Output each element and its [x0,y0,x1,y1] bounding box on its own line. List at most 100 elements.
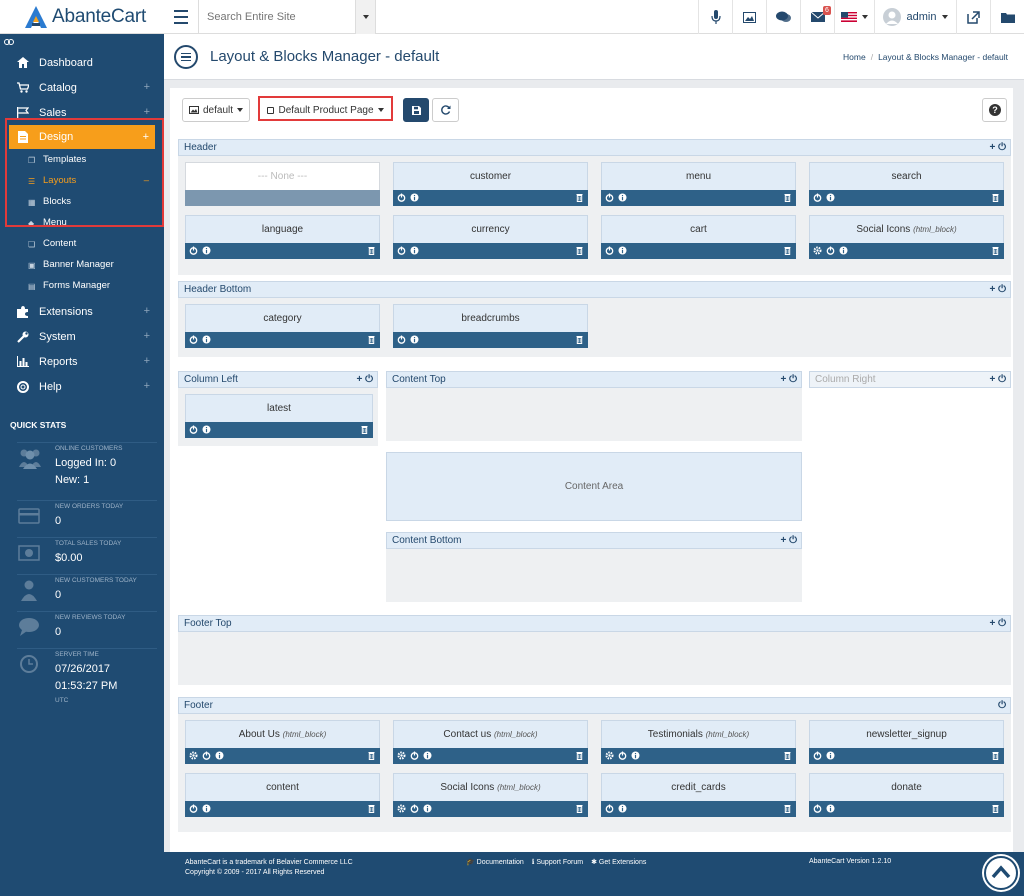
nav-catalog[interactable]: Catalog + [0,75,164,100]
layout-block[interactable]: latest [185,394,373,439]
power-icon[interactable] [189,425,198,434]
layout-block[interactable]: --- None --- [185,162,380,207]
layout-block[interactable]: customer [393,162,588,207]
trash-icon[interactable] [575,246,584,255]
section-controls[interactable]: + ⏻ [989,140,1006,155]
info-icon[interactable] [410,246,419,255]
power-icon[interactable] [397,246,406,255]
section-controls[interactable]: + ⏻ [989,372,1006,387]
info-icon[interactable] [618,804,627,813]
add-icon[interactable]: + [989,618,995,629]
layout-block[interactable]: currency [393,215,588,260]
menu-toggle-icon[interactable] [170,8,192,26]
reset-button[interactable] [432,98,459,122]
section-controls[interactable]: + ⏻ [780,533,797,548]
block-title[interactable]: category [185,304,380,332]
block-title[interactable]: customer [393,162,588,190]
settings-icon[interactable] [605,751,614,760]
power-icon[interactable] [813,804,822,813]
block-title[interactable]: Testimonials (html_block) [601,720,796,748]
section-controls[interactable]: + ⏻ [989,616,1006,631]
trash-icon[interactable] [575,804,584,813]
nav-reports[interactable]: Reports + [0,349,164,374]
block-title[interactable]: Social Icons (html_block) [809,215,1004,243]
section-controls[interactable]: + ⏻ [356,372,373,387]
support-forum-link[interactable]: ℹ Support Forum [532,858,583,866]
power-icon[interactable]: ⏻ [998,618,1006,629]
power-icon[interactable] [826,246,835,255]
search-input[interactable] [199,1,356,33]
block-title[interactable]: breadcrumbs [393,304,588,332]
add-icon[interactable]: + [356,374,362,385]
power-icon[interactable]: ⏻ [998,284,1006,295]
power-icon[interactable] [410,751,419,760]
info-icon[interactable] [202,246,211,255]
power-icon[interactable]: ⏻ [998,142,1006,153]
power-icon[interactable] [605,246,614,255]
settings-icon[interactable] [189,751,198,760]
block-title[interactable]: language [185,215,380,243]
layout-block[interactable]: newsletter_signup [809,720,1004,765]
power-icon[interactable] [397,193,406,202]
power-icon[interactable] [189,335,198,344]
trash-icon[interactable] [991,246,1000,255]
template-select[interactable]: default [182,98,250,122]
nav-extensions[interactable]: Extensions + [0,299,164,324]
nav-content[interactable]: ❏ Content [0,233,164,254]
power-icon[interactable] [189,246,198,255]
section-controls[interactable]: + ⏻ [780,372,797,387]
layout-block[interactable]: About Us (html_block) [185,720,380,765]
nav-help[interactable]: Help + [0,374,164,399]
power-icon[interactable] [605,193,614,202]
info-icon[interactable] [631,751,640,760]
info-icon[interactable] [826,804,835,813]
trash-icon[interactable] [783,804,792,813]
app-logo[interactable]: AbanteCart [0,0,164,34]
trash-icon[interactable] [367,751,376,760]
trash-icon[interactable] [783,751,792,760]
trash-icon[interactable] [783,246,792,255]
get-extensions-link[interactable]: ✱ Get Extensions [591,858,646,866]
microphone-button[interactable] [698,0,732,34]
trash-icon[interactable] [575,193,584,202]
info-icon[interactable] [202,804,211,813]
block-title[interactable]: Social Icons (html_block) [393,773,588,801]
chat-button[interactable] [766,0,800,34]
power-icon[interactable] [813,193,822,202]
trash-icon[interactable] [360,425,369,434]
help-button[interactable]: ? [982,98,1007,122]
info-icon[interactable] [410,193,419,202]
nav-forms-manager[interactable]: ▤ Forms Manager [0,275,164,296]
settings-icon[interactable] [397,751,406,760]
power-icon[interactable] [618,751,627,760]
messages-button[interactable]: 6 [800,0,834,34]
trash-icon[interactable] [991,804,1000,813]
layout-block[interactable]: Social Icons (html_block) [393,773,588,818]
trash-icon[interactable] [991,751,1000,760]
power-icon[interactable] [189,804,198,813]
open-storefront-button[interactable] [956,0,990,34]
power-icon[interactable]: ⏻ [789,535,797,546]
layout-block[interactable]: Contact us (html_block) [393,720,588,765]
trash-icon[interactable] [991,193,1000,202]
block-title[interactable]: credit_cards [601,773,796,801]
layout-block[interactable]: menu [601,162,796,207]
layout-block[interactable]: search [809,162,1004,207]
block-title[interactable]: content [185,773,380,801]
info-icon[interactable] [826,751,835,760]
info-icon[interactable] [839,246,848,255]
nav-dashboard[interactable]: Dashboard [0,50,164,75]
info-icon[interactable] [826,193,835,202]
info-icon[interactable] [410,335,419,344]
info-icon[interactable] [618,193,627,202]
trash-icon[interactable] [367,804,376,813]
layout-block[interactable]: language [185,215,380,260]
block-title[interactable]: menu [601,162,796,190]
layout-block[interactable]: credit_cards [601,773,796,818]
power-icon[interactable] [397,335,406,344]
layout-block[interactable]: content [185,773,380,818]
trash-icon[interactable] [367,246,376,255]
power-icon[interactable] [202,751,211,760]
settings-icon[interactable] [397,804,406,813]
layout-block[interactable]: Testimonials (html_block) [601,720,796,765]
